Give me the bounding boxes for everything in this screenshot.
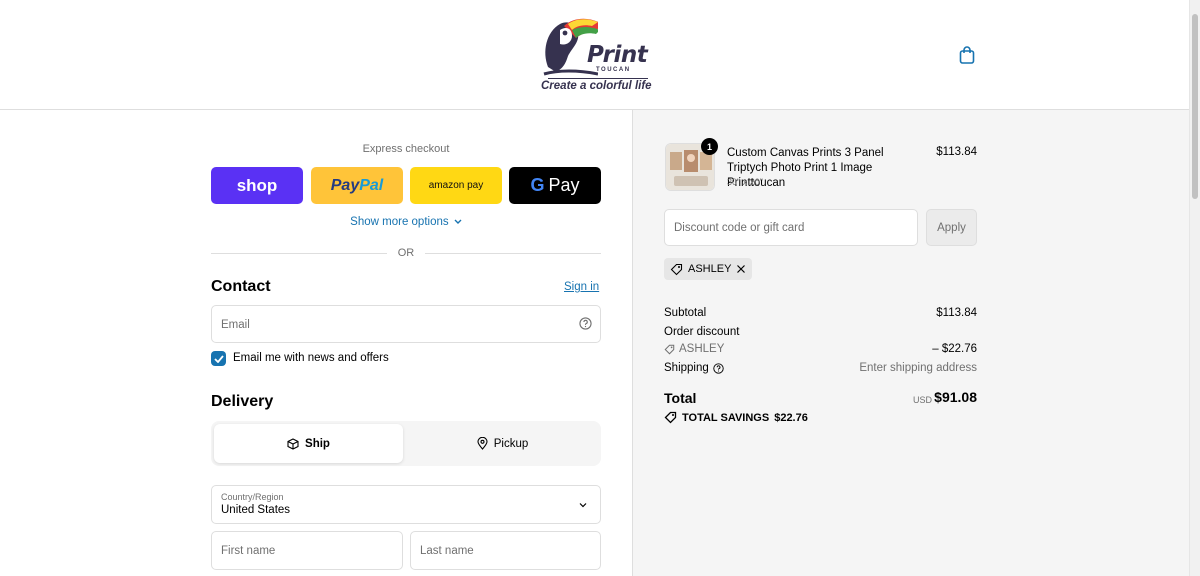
delivery-method-toggle: Ship Pickup (211, 421, 601, 466)
cart-button[interactable] (958, 45, 976, 65)
discount-value: – $22.76 (932, 343, 977, 355)
last-name-field[interactable]: Last name (410, 531, 601, 570)
show-more-options-link[interactable]: Show more options (211, 216, 601, 228)
logo-divider (548, 78, 648, 79)
google-pay-label: Pay (548, 175, 580, 195)
paypal-button[interactable]: PayPal (311, 167, 403, 204)
shipping-value: Enter shipping address (859, 362, 977, 374)
country-select[interactable]: Country/Region United States (211, 485, 601, 524)
email-field[interactable]: Email (211, 305, 601, 343)
sign-in-link[interactable]: Sign in (564, 281, 599, 293)
total-label: Total (664, 390, 697, 406)
shop-pay-button[interactable]: shop (211, 167, 303, 204)
google-g-icon: G (530, 175, 545, 195)
logo-wordmark: Print (587, 42, 648, 68)
product-price: $113.84 (936, 146, 977, 158)
tag-icon (670, 263, 683, 275)
chevron-down-icon (454, 219, 462, 224)
amazon-pay-label: amazon pay (428, 180, 484, 191)
shopping-bag-icon (959, 46, 975, 64)
paypal-label: PayPal (330, 176, 384, 194)
subtotal-value: $113.84 (936, 307, 977, 319)
newsletter-label: Email me with news and offers (233, 352, 389, 364)
last-name-placeholder: Last name (420, 545, 474, 557)
logo-tagline: Create a colorful life (541, 80, 652, 92)
total-savings-row: TOTAL SAVINGS $22.76 (664, 411, 808, 424)
total-value: $91.08 (934, 389, 977, 405)
scrollbar-thumb[interactable] (1192, 14, 1198, 199)
tag-icon (664, 411, 677, 424)
help-circle-icon[interactable] (579, 317, 592, 330)
divider-line (211, 253, 387, 254)
ship-label: Ship (305, 437, 330, 450)
or-text: OR (397, 247, 415, 259)
discount-code-row: ASHLEY (664, 343, 724, 355)
first-name-placeholder: First name (221, 545, 276, 557)
checkmark-icon (213, 354, 224, 363)
delivery-heading: Delivery (211, 393, 274, 410)
or-divider: OR (211, 247, 601, 261)
savings-label: TOTAL SAVINGS (682, 411, 770, 424)
product-variant: 30" x 20" (727, 177, 763, 187)
divider-line (425, 253, 601, 254)
apply-label: Apply (937, 221, 966, 234)
applied-code-label: ASHLEY (688, 263, 732, 275)
tag-icon (664, 344, 675, 354)
country-value: United States (221, 504, 291, 516)
chevron-down-icon (579, 503, 587, 508)
subtotal-label: Subtotal (664, 307, 707, 319)
contact-heading: Contact (211, 278, 271, 295)
logo-subtitle: TOUCAN (596, 67, 631, 73)
ship-option[interactable]: Ship (214, 424, 403, 463)
box-icon (287, 437, 299, 450)
apply-discount-button[interactable]: Apply (926, 209, 977, 246)
discount-code-input[interactable]: Discount code or gift card (664, 209, 918, 246)
shipping-row: Shipping (664, 362, 724, 374)
pickup-label: Pickup (493, 437, 529, 450)
savings-value: $22.76 (774, 411, 808, 424)
country-label: Country/Region (221, 492, 284, 502)
total-currency: USD (912, 395, 932, 405)
express-checkout-title: Express checkout (362, 143, 450, 155)
discount-code-text: ASHLEY (679, 343, 725, 355)
google-pay-button[interactable]: G Pay (509, 167, 601, 204)
order-discount-label: Order discount (664, 326, 740, 338)
printtoucan-logo[interactable]: Print TOUCAN Create a colorful life (538, 12, 652, 96)
applied-discount-chip: ASHLEY (664, 258, 753, 280)
shipping-label: Shipping (664, 362, 709, 374)
page-scrollbar[interactable] (1189, 0, 1200, 576)
remove-discount-button[interactable] (736, 264, 746, 274)
pickup-option[interactable]: Pickup (407, 424, 598, 463)
email-placeholder: Email (221, 319, 250, 331)
close-icon (737, 265, 746, 273)
help-circle-icon[interactable] (713, 362, 724, 374)
discount-placeholder: Discount code or gift card (674, 222, 805, 234)
newsletter-checkbox[interactable] (211, 351, 226, 366)
location-pin-icon (477, 437, 488, 450)
shop-pay-label: shop (236, 175, 278, 195)
quantity-badge: 1 (701, 138, 718, 155)
show-more-label: Show more options (350, 216, 449, 228)
first-name-field[interactable]: First name (211, 531, 403, 570)
amazon-pay-button[interactable]: amazon pay (410, 167, 502, 204)
header: Print TOUCAN Create a colorful life (0, 0, 1190, 110)
